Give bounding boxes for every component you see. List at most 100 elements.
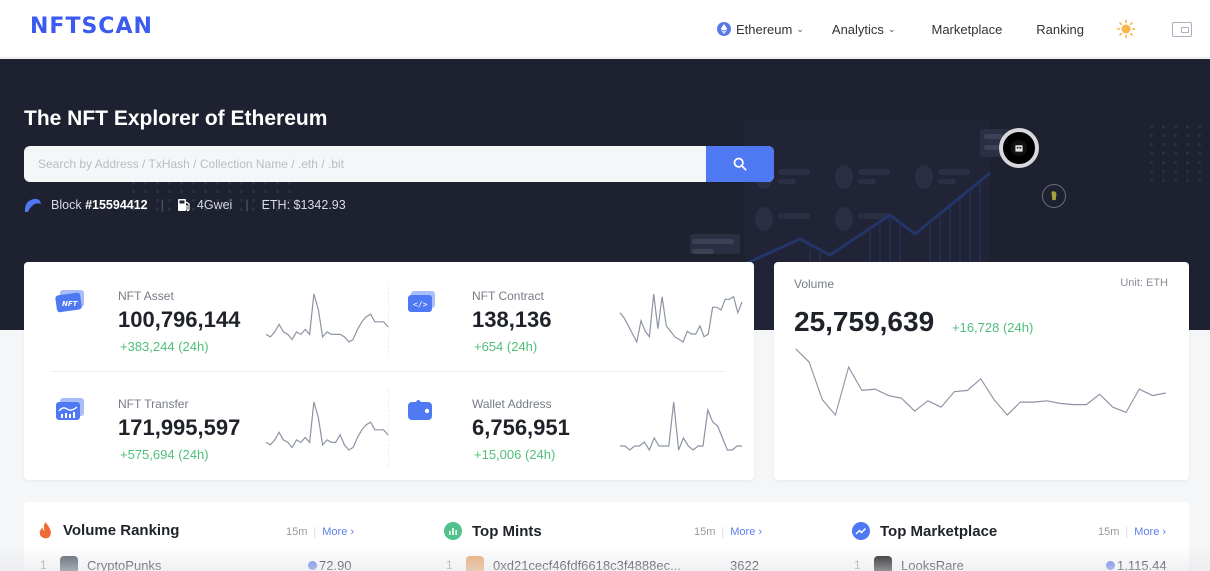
stat-delta: +654 (24h) (474, 339, 538, 354)
panel-title: Volume Ranking (63, 522, 180, 539)
separator: | (245, 198, 249, 212)
collection-avatar (466, 556, 484, 571)
nav-chain-selector[interactable]: Ethereum ⌄ (716, 21, 804, 37)
search-input[interactable] (24, 146, 706, 182)
wallet-address-icon (408, 400, 432, 420)
stat-nft-asset[interactable]: NFT NFT Asset 100,796,144 +383,244 (24h) (46, 268, 389, 368)
stat-delta: +15,006 (24h) (474, 447, 556, 462)
nav-menu: Ethereum ⌄ Analytics ⌄ Marketplace Ranki… (716, 0, 1210, 58)
volume-chart (795, 348, 1166, 417)
stat-delta: +575,694 (24h) (120, 447, 209, 462)
navbar: NFTSCAN Ethereum ⌄ Analytics ⌄ Marketpla… (0, 0, 1210, 58)
more-link[interactable]: More › (1134, 526, 1166, 538)
sparkline-path (620, 401, 742, 452)
list-item[interactable]: 1 0xd21cecf46fdf6618c3f4888ec... 3622 (444, 556, 774, 571)
eth-price: ETH: $1342.93 (261, 198, 346, 212)
collection-address[interactable]: 0xd21cecf46fdf6618c3f4888ec... (493, 558, 681, 571)
sun-icon[interactable] (1116, 19, 1136, 39)
panel-meta: 15m | More › (1098, 526, 1166, 538)
interval-label[interactable]: 15m (694, 526, 715, 538)
svg-text:</>: </> (413, 300, 428, 309)
sparkline-wallet-address (620, 401, 742, 452)
volume-line (795, 348, 1166, 417)
sparkline-path (265, 293, 389, 343)
stat-label: NFT Contract (472, 289, 544, 303)
nav-ranking-label: Ranking (1036, 21, 1084, 37)
nft-contract-icon: </> (408, 291, 435, 312)
stat-nft-contract[interactable]: </> NFT Contract 138,136 +654 (24h) (400, 268, 743, 368)
block-label: Block (51, 198, 82, 212)
chevron-down-icon: ⌄ (887, 23, 896, 34)
stats-card: NFT NFT Asset 100,796,144 +383,244 (24h)… (24, 262, 754, 480)
stat-value: 138,136 (472, 307, 552, 332)
search-button[interactable] (706, 146, 774, 182)
stat-label: NFT Asset (118, 289, 174, 303)
ethereum-icon (716, 22, 731, 36)
chevron-down-icon: ⌄ (796, 23, 804, 34)
rank-value: 1,115.44 (1106, 558, 1167, 571)
sparkline-path (265, 401, 389, 451)
separator: | (721, 526, 725, 538)
volume-unit: Unit: ETH (1120, 277, 1168, 289)
flame-icon (39, 522, 51, 539)
block-icon (24, 198, 41, 212)
nav-analytics[interactable]: Analytics ⌄ (832, 22, 896, 37)
stat-delta: +383,244 (24h) (120, 339, 209, 354)
rank-number: 1 (40, 558, 47, 571)
more-link[interactable]: More › (730, 526, 762, 538)
sparkline-path (619, 293, 743, 344)
divider (50, 371, 726, 372)
panel-title: Top Mints (472, 522, 542, 540)
nav-marketplace[interactable]: Marketplace (931, 22, 1002, 37)
marketplace-logo (874, 556, 892, 571)
nav-chain-label: Ethereum (735, 21, 793, 37)
panel-meta: 15m | More › (286, 526, 354, 538)
nft-transfer-icon (56, 398, 84, 420)
nft-asset-icon: NFT (55, 290, 84, 313)
network-stats: Block #15594412 | 4Gwei | ETH: $1342.93 (24, 198, 346, 212)
top-mints-panel: Top Mints 15m | More › 1 0xd21cecf46fdf661… (444, 502, 774, 571)
collection-avatar (60, 556, 78, 571)
nav-ranking[interactable]: Ranking (1036, 22, 1084, 37)
gas-pump-icon (177, 199, 190, 212)
search-bar (24, 146, 774, 182)
gas-price: 4Gwei (196, 198, 233, 212)
panel-title: Top Marketplace (880, 522, 998, 540)
marketplace-name[interactable]: LooksRare (901, 558, 964, 571)
stat-wallet-address[interactable]: Wallet Address 6,756,951 +15,006 (24h) (400, 376, 742, 476)
stat-value: 171,995,597 (118, 415, 241, 440)
volume-card: Volume Unit: ETH 25,759,639 +16,728 (24h… (774, 262, 1189, 480)
nft-avatar-small (1042, 184, 1066, 208)
rank-number: 1 (854, 558, 861, 571)
list-item[interactable]: 1 CryptoPunks 72.90 (38, 556, 358, 571)
interval-label[interactable]: 15m (1098, 526, 1119, 538)
list-item[interactable]: 1 LooksRare 1,115.44 (852, 556, 1172, 571)
page-title: The NFT Explorer of Ethereum (24, 107, 328, 130)
nft-avatar-bayc (999, 128, 1039, 168)
sparkline-nft-transfer (265, 401, 389, 451)
collection-name[interactable]: CryptoPunks (87, 558, 161, 571)
panel-meta: 15m | More › (694, 526, 762, 538)
decorative-dots (1150, 125, 1210, 182)
block-number[interactable]: #15594412 (85, 198, 148, 212)
bar-chart-icon (444, 522, 462, 540)
more-link[interactable]: More › (322, 526, 354, 538)
wallet-icon[interactable] (1172, 21, 1192, 37)
nav-marketplace-label: Marketplace (931, 21, 1003, 37)
rank-value: 72.90 (308, 558, 352, 571)
stat-label: NFT Transfer (118, 397, 189, 411)
eth-icon (308, 560, 317, 570)
trend-up-icon (852, 522, 870, 540)
separator: | (160, 198, 164, 212)
stat-nft-transfer[interactable]: NFT Transfer 171,995,597 +575,694 (24h) (46, 376, 389, 476)
mint-count: 3622 (730, 557, 759, 571)
top-marketplace-panel: Top Marketplace 15m | More › 1 LooksRare 1… (852, 502, 1172, 571)
eth-icon (1106, 560, 1115, 570)
volume-label: Volume (794, 277, 835, 291)
stat-value: 100,796,144 (118, 307, 241, 332)
nftscan-logo[interactable]: NFTSCAN (30, 14, 153, 39)
interval-label[interactable]: 15m (286, 526, 307, 538)
sparkline-nft-asset (265, 293, 389, 343)
separator: | (1125, 526, 1129, 538)
svg-text:NFT: NFT (62, 300, 79, 308)
